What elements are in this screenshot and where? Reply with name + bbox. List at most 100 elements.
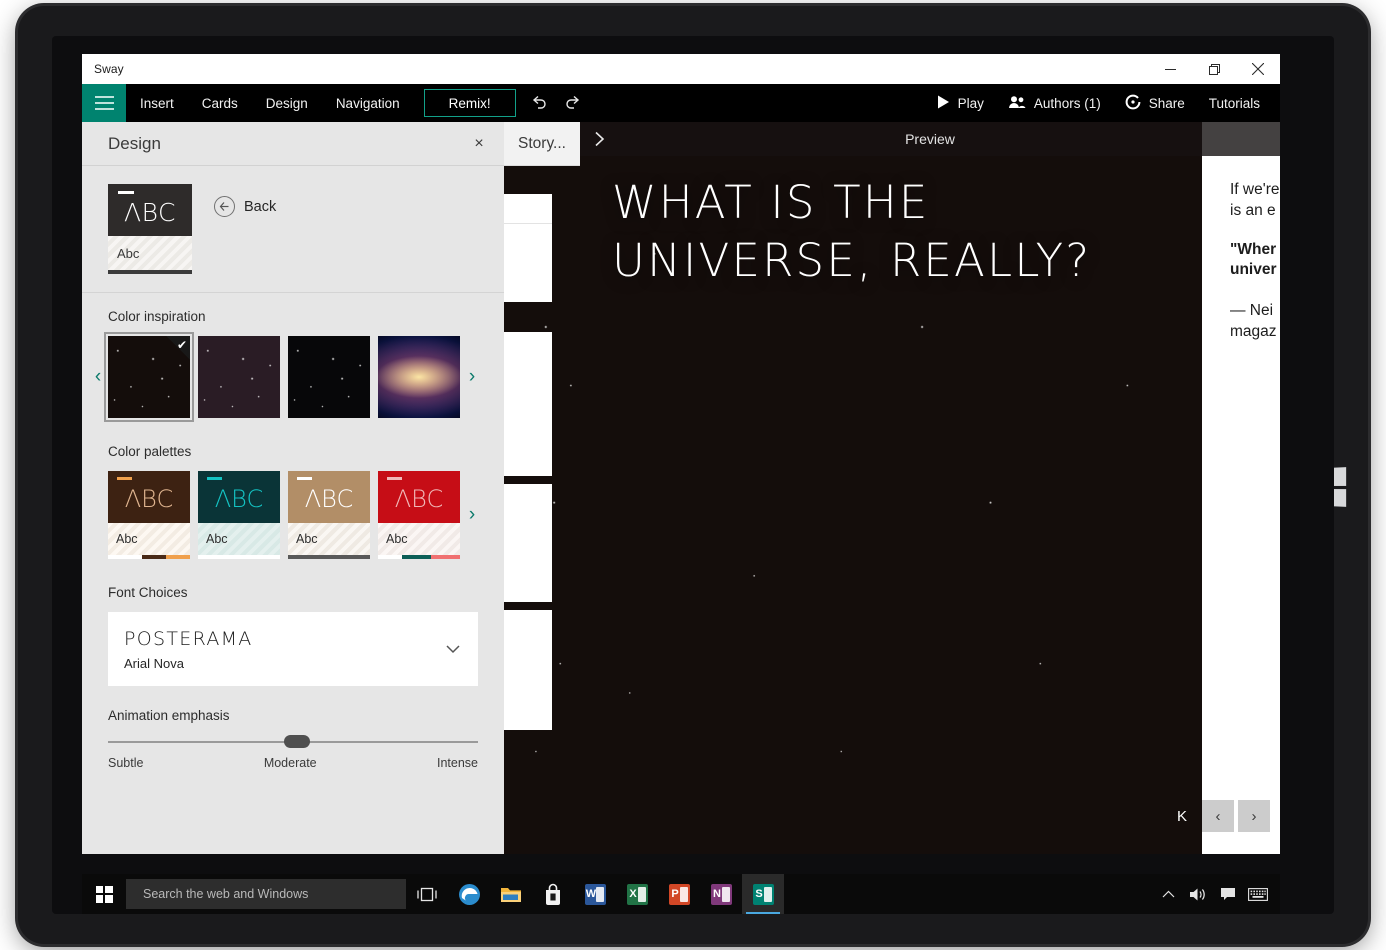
preview-top-bar: Preview <box>580 122 1280 156</box>
authors-button[interactable]: Authors (1) <box>996 84 1113 122</box>
remix-button[interactable]: Remix! <box>423 89 516 117</box>
color-palettes-section: Color palettes ΛBC Abc ΛBC Abc ΛBC Abc Λ… <box>82 422 504 563</box>
font-choices-section: Font Choices <box>82 563 504 608</box>
chevron-down-icon[interactable] <box>446 642 460 657</box>
excel-icon: X <box>626 883 648 905</box>
windows-start-icon[interactable] <box>82 874 126 914</box>
theme-accent-dash <box>118 191 134 194</box>
list-item[interactable] <box>504 610 552 730</box>
chevron-up-icon[interactable] <box>1154 874 1182 914</box>
share-button[interactable]: Share <box>1113 84 1197 122</box>
share-label: Share <box>1148 95 1185 111</box>
back-button[interactable]: Back <box>214 196 276 217</box>
close-icon[interactable]: × <box>466 131 492 157</box>
action-center-icon[interactable] <box>1214 874 1242 914</box>
font-choices-title: Font Choices <box>108 585 188 600</box>
command-bar-right: Play Authors (1) Share Tutorials <box>925 84 1280 122</box>
play-icon <box>937 95 950 112</box>
palettes-next-arrow[interactable]: › <box>458 495 486 535</box>
powerpoint-icon: P <box>668 883 690 905</box>
color-inspiration-carousel: ‹ ✔ › <box>95 332 504 422</box>
redo-icon[interactable] <box>556 84 590 122</box>
palette-accent-dash <box>207 477 222 480</box>
minimize-button[interactable] <box>1148 54 1192 84</box>
first-page-button[interactable]: K <box>1166 800 1198 832</box>
taskbar-app-excel[interactable]: X <box>616 874 658 914</box>
inspiration-thumb-2[interactable] <box>198 336 280 418</box>
close-button[interactable] <box>1236 54 1280 84</box>
palette-accent-dash <box>117 477 132 480</box>
taskbar-app-powerpoint[interactable]: P <box>658 874 700 914</box>
palette-preview: ΛBC <box>378 471 460 523</box>
menu-design[interactable]: Design <box>252 84 322 122</box>
current-theme-card[interactable]: ΛBC Abc <box>108 184 192 274</box>
preview-title: WHAT IS THE UNIVERSE, REALLY? <box>612 176 1092 287</box>
palette-color-strip <box>198 555 280 559</box>
storyline-card-label: Points <box>504 194 552 224</box>
inspiration-next-arrow[interactable]: › <box>458 357 486 397</box>
palette-sample-upper: ΛBC <box>124 485 174 513</box>
taskbar-app-file-explorer[interactable] <box>490 874 532 914</box>
inspiration-track: ✔ <box>104 332 460 422</box>
sway-app-window: Sway Insert Cards Design Navigation Remi… <box>82 54 1280 854</box>
slider-label-moderate: Moderate <box>263 756 317 770</box>
list-item[interactable] <box>504 332 552 476</box>
palette-sample-lower: Abc <box>108 523 190 555</box>
window-controls <box>1148 54 1280 84</box>
color-palettes-title: Color palettes <box>108 444 192 459</box>
taskbar-app-onenote[interactable]: N <box>700 874 742 914</box>
menu-cards[interactable]: Cards <box>188 84 252 122</box>
share-icon <box>1125 94 1141 113</box>
palette-preview: ΛBC <box>108 471 190 523</box>
inspiration-thumb-3[interactable] <box>288 336 370 418</box>
restore-button[interactable] <box>1192 54 1236 84</box>
color-inspiration-section: Color inspiration ‹ ✔ › <box>82 293 504 422</box>
palette-accent-dash <box>297 477 312 480</box>
reading-paragraph: If we're know u univers the en planets i… <box>1230 181 1280 219</box>
menu-navigation[interactable]: Navigation <box>322 84 414 122</box>
undo-icon[interactable] <box>522 84 556 122</box>
inspiration-thumb-4[interactable] <box>378 336 460 418</box>
animation-emphasis-title: Animation emphasis <box>108 708 230 723</box>
task-view-icon[interactable] <box>406 874 448 914</box>
palette-card-1[interactable]: ΛBC Abc <box>108 471 191 559</box>
keyboard-icon[interactable] <box>1244 874 1272 914</box>
system-tray <box>1154 874 1280 914</box>
check-icon: ✔ <box>166 336 190 360</box>
word-icon: W <box>584 883 606 905</box>
font-choice-dropdown[interactable]: POSTERAMA Arial Nova <box>108 612 478 686</box>
reading-pane: If we're know u univers the en planets i… <box>1202 122 1280 854</box>
taskbar-app-word[interactable]: W <box>574 874 616 914</box>
sway-icon: S <box>752 883 774 905</box>
inspiration-thumb-1[interactable]: ✔ <box>104 332 194 422</box>
palette-card-4[interactable]: ΛBC Abc <box>378 471 460 559</box>
volume-icon[interactable] <box>1184 874 1212 914</box>
list-item[interactable]: Points <box>504 194 552 302</box>
reading-quote: "Wher yes wo univer those people univer … <box>1230 240 1280 279</box>
preview-hero-image: WHAT IS THE UNIVERSE, REALLY? <box>580 122 1202 854</box>
palette-preview: ΛBC <box>288 471 370 523</box>
taskbar-app-sway[interactable]: S <box>742 874 784 914</box>
play-button[interactable]: Play <box>925 84 996 122</box>
animation-slider-thumb[interactable] <box>283 735 310 748</box>
next-page-button[interactable]: › <box>1238 800 1270 832</box>
previous-page-button[interactable]: ‹ <box>1202 800 1234 832</box>
menu-insert[interactable]: Insert <box>126 84 188 122</box>
taskbar-app-edge[interactable] <box>448 874 490 914</box>
search-input[interactable]: Search the web and Windows <box>126 879 406 909</box>
hamburger-icon[interactable] <box>82 84 126 122</box>
palette-preview: ΛBC <box>198 471 280 523</box>
storyline-tab[interactable]: Story... <box>504 122 580 166</box>
body-font-name: Arial Nova <box>124 655 184 671</box>
palette-color-strip <box>108 555 191 559</box>
tablet-device-frame: Sway Insert Cards Design Navigation Remi… <box>18 6 1368 944</box>
palette-card-3[interactable]: ΛBC Abc <box>288 471 370 559</box>
animation-slider[interactable] <box>108 735 478 748</box>
current-theme-row: ΛBC Abc Back <box>82 166 504 293</box>
taskbar-app-store[interactable] <box>532 874 574 914</box>
play-label: Play <box>957 95 984 111</box>
list-item[interactable] <box>504 484 552 602</box>
tutorials-button[interactable]: Tutorials <box>1197 84 1272 122</box>
palette-card-2[interactable]: ΛBC Abc <box>198 471 280 559</box>
window-body: Story... Points Design × <box>82 122 1280 854</box>
